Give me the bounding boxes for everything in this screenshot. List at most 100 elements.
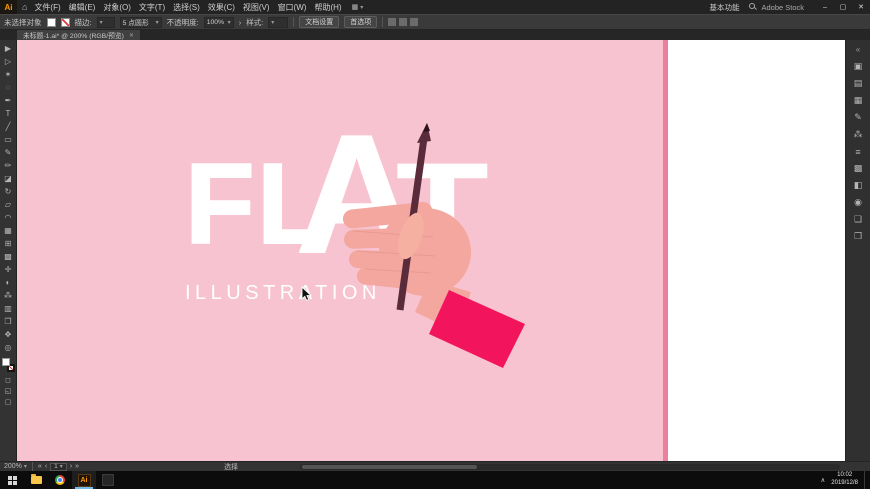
- hand-tool[interactable]: ✥: [0, 328, 17, 341]
- align-buttons[interactable]: [388, 18, 419, 26]
- taskbar-clock[interactable]: 10:02 2019/12/8: [831, 472, 858, 488]
- symbols-panel-icon[interactable]: ⁂: [849, 128, 868, 141]
- tools-panel: ▶ ▷ ✶ ◌ ✒ T ╱ ▭ ✎ ✏ ◪ ↻ ▱ ◠ ▦ ⊞ ▩ ✛ ◐ ⁂ ▥ ❒ ✥ ◎ ◻ ◱ ▢: [0, 40, 17, 461]
- color-panel-icon[interactable]: ▣: [849, 60, 868, 73]
- first-artboard-button[interactable]: «: [38, 463, 42, 470]
- tray-chevron-icon[interactable]: ∧: [821, 476, 826, 484]
- menu-effect[interactable]: 效果(C): [208, 2, 235, 13]
- artboard-tool[interactable]: ❒: [0, 315, 17, 328]
- selection-tool[interactable]: ▶: [0, 42, 17, 55]
- chevron-down-icon: ▾: [23, 464, 27, 470]
- mesh-tool[interactable]: ⊞: [0, 237, 17, 250]
- dark-app-icon: [102, 474, 114, 486]
- show-desktop-button[interactable]: [864, 471, 867, 489]
- document-setup-button[interactable]: 文档设置: [299, 16, 340, 28]
- scale-tool[interactable]: ▱: [0, 198, 17, 211]
- opacity-more-icon[interactable]: ›: [239, 18, 242, 27]
- menu-bar: 文件(F) 编辑(E) 对象(O) 文字(T) 选择(S) 效果(C) 视图(V) 窗口(W)…: [34, 2, 341, 13]
- rotate-tool[interactable]: ↻: [0, 185, 17, 198]
- eraser-tool[interactable]: ◪: [0, 172, 17, 185]
- pencil-tool[interactable]: ✏: [0, 159, 17, 172]
- width-tool[interactable]: ◠: [0, 211, 17, 224]
- menu-select[interactable]: 选择(S): [173, 2, 200, 13]
- scrollbar-thumb[interactable]: [302, 465, 477, 469]
- zoom-level-select[interactable]: 200% ▾: [4, 463, 27, 470]
- stroke-panel-icon[interactable]: ≡: [849, 145, 868, 158]
- screen-mode-icon[interactable]: ▢: [0, 397, 17, 407]
- start-button[interactable]: [0, 471, 24, 489]
- maximize-button[interactable]: ▢: [834, 0, 852, 14]
- layers-panel-icon[interactable]: ❏: [849, 213, 868, 226]
- direct-selection-tool[interactable]: ▷: [0, 55, 17, 68]
- preferences-button[interactable]: 首选项: [344, 16, 378, 28]
- tab-close-icon[interactable]: ✕: [129, 32, 134, 39]
- menu-help[interactable]: 帮助(H): [314, 2, 341, 13]
- magic-wand-tool[interactable]: ✶: [0, 68, 17, 81]
- column-graph-tool[interactable]: ▥: [0, 302, 17, 315]
- appearance-panel-icon[interactable]: ◉: [849, 196, 868, 209]
- align-icon[interactable]: [388, 18, 397, 26]
- fill-stroke-indicator[interactable]: [1, 358, 15, 372]
- close-button[interactable]: ✕: [852, 0, 870, 14]
- brushes-panel-icon[interactable]: ✎: [849, 111, 868, 124]
- app-icon[interactable]: [96, 471, 120, 489]
- menu-file[interactable]: 文件(F): [34, 2, 60, 13]
- home-icon[interactable]: ⌂: [17, 2, 32, 12]
- swatches-panel-icon[interactable]: ▦: [849, 94, 868, 107]
- opacity-select[interactable]: 100% ▾: [203, 16, 234, 28]
- clock-date: 2019/12/8: [831, 480, 858, 486]
- arrange-documents-button[interactable]: ▦ ▾: [352, 3, 364, 11]
- style-select[interactable]: ▾: [268, 16, 289, 28]
- illustrator-taskbar-icon[interactable]: Ai: [72, 471, 96, 489]
- paintbrush-tool[interactable]: ✎: [0, 146, 17, 159]
- file-explorer-icon[interactable]: [24, 471, 48, 489]
- gradient-panel-icon[interactable]: ▩: [849, 162, 868, 175]
- artboards-panel-icon[interactable]: ❒: [849, 230, 868, 243]
- artboard-number-select[interactable]: 1 ▾: [50, 462, 67, 471]
- chrome-icon[interactable]: [48, 471, 72, 489]
- stock-search[interactable]: Adobe Stock: [749, 3, 804, 12]
- free-transform-tool[interactable]: ▦: [0, 224, 17, 237]
- pen-tool[interactable]: ✒: [0, 94, 17, 107]
- prev-artboard-button[interactable]: ‹: [45, 463, 47, 470]
- lasso-tool[interactable]: ◌: [0, 81, 17, 94]
- artboard[interactable]: F L A T ILLUSTRATION: [17, 40, 663, 461]
- chevron-down-icon: ▾: [59, 464, 63, 470]
- transparency-panel-icon[interactable]: ◧: [849, 179, 868, 192]
- canvas[interactable]: F L A T ILLUSTRATION: [17, 40, 845, 461]
- system-tray: ∧ 10:02 2019/12/8: [821, 471, 870, 489]
- draw-behind-icon[interactable]: ◱: [0, 386, 17, 396]
- expand-panels-icon[interactable]: «: [849, 43, 868, 56]
- color-guide-panel-icon[interactable]: ▤: [849, 77, 868, 90]
- mouse-cursor: [301, 286, 313, 301]
- zoom-tool[interactable]: ◎: [0, 341, 17, 354]
- eyedropper-tool[interactable]: ✛: [0, 263, 17, 276]
- symbol-sprayer-tool[interactable]: ⁂: [0, 289, 17, 302]
- arrange-grid-icon: ▦: [351, 4, 359, 11]
- menu-type[interactable]: 文字(T): [139, 2, 165, 13]
- type-tool[interactable]: T: [0, 107, 17, 120]
- next-artboard-button[interactable]: ›: [70, 463, 72, 470]
- rectangle-tool[interactable]: ▭: [0, 133, 17, 146]
- document-tab[interactable]: 未标题-1.ai* @ 200% (RGB/预览) ✕: [17, 30, 140, 40]
- style-label: 样式:: [246, 17, 264, 27]
- align-icon[interactable]: [410, 18, 419, 26]
- horizontal-scrollbar[interactable]: [300, 464, 840, 470]
- align-icon[interactable]: [399, 18, 408, 26]
- fill-color-swatch[interactable]: [1, 358, 10, 366]
- menu-object[interactable]: 对象(O): [103, 2, 131, 13]
- workspace-switcher[interactable]: 基本功能: [709, 2, 739, 13]
- draw-normal-icon[interactable]: ◻: [0, 375, 17, 385]
- stroke-swatch[interactable]: [60, 17, 70, 27]
- line-segment-tool[interactable]: ╱: [0, 120, 17, 133]
- menu-view[interactable]: 视图(V): [243, 2, 270, 13]
- stroke-weight-select[interactable]: ▾: [96, 16, 115, 28]
- menu-window[interactable]: 窗口(W): [278, 2, 307, 13]
- gradient-tool[interactable]: ▩: [0, 250, 17, 263]
- menu-edit[interactable]: 编辑(E): [69, 2, 96, 13]
- last-artboard-button[interactable]: »: [75, 463, 79, 470]
- brush-definition-select[interactable]: 5 点圆形 ▾: [119, 16, 162, 28]
- minimize-button[interactable]: –: [816, 0, 834, 14]
- blend-tool[interactable]: ◐: [0, 276, 17, 289]
- fill-swatch[interactable]: [46, 17, 56, 27]
